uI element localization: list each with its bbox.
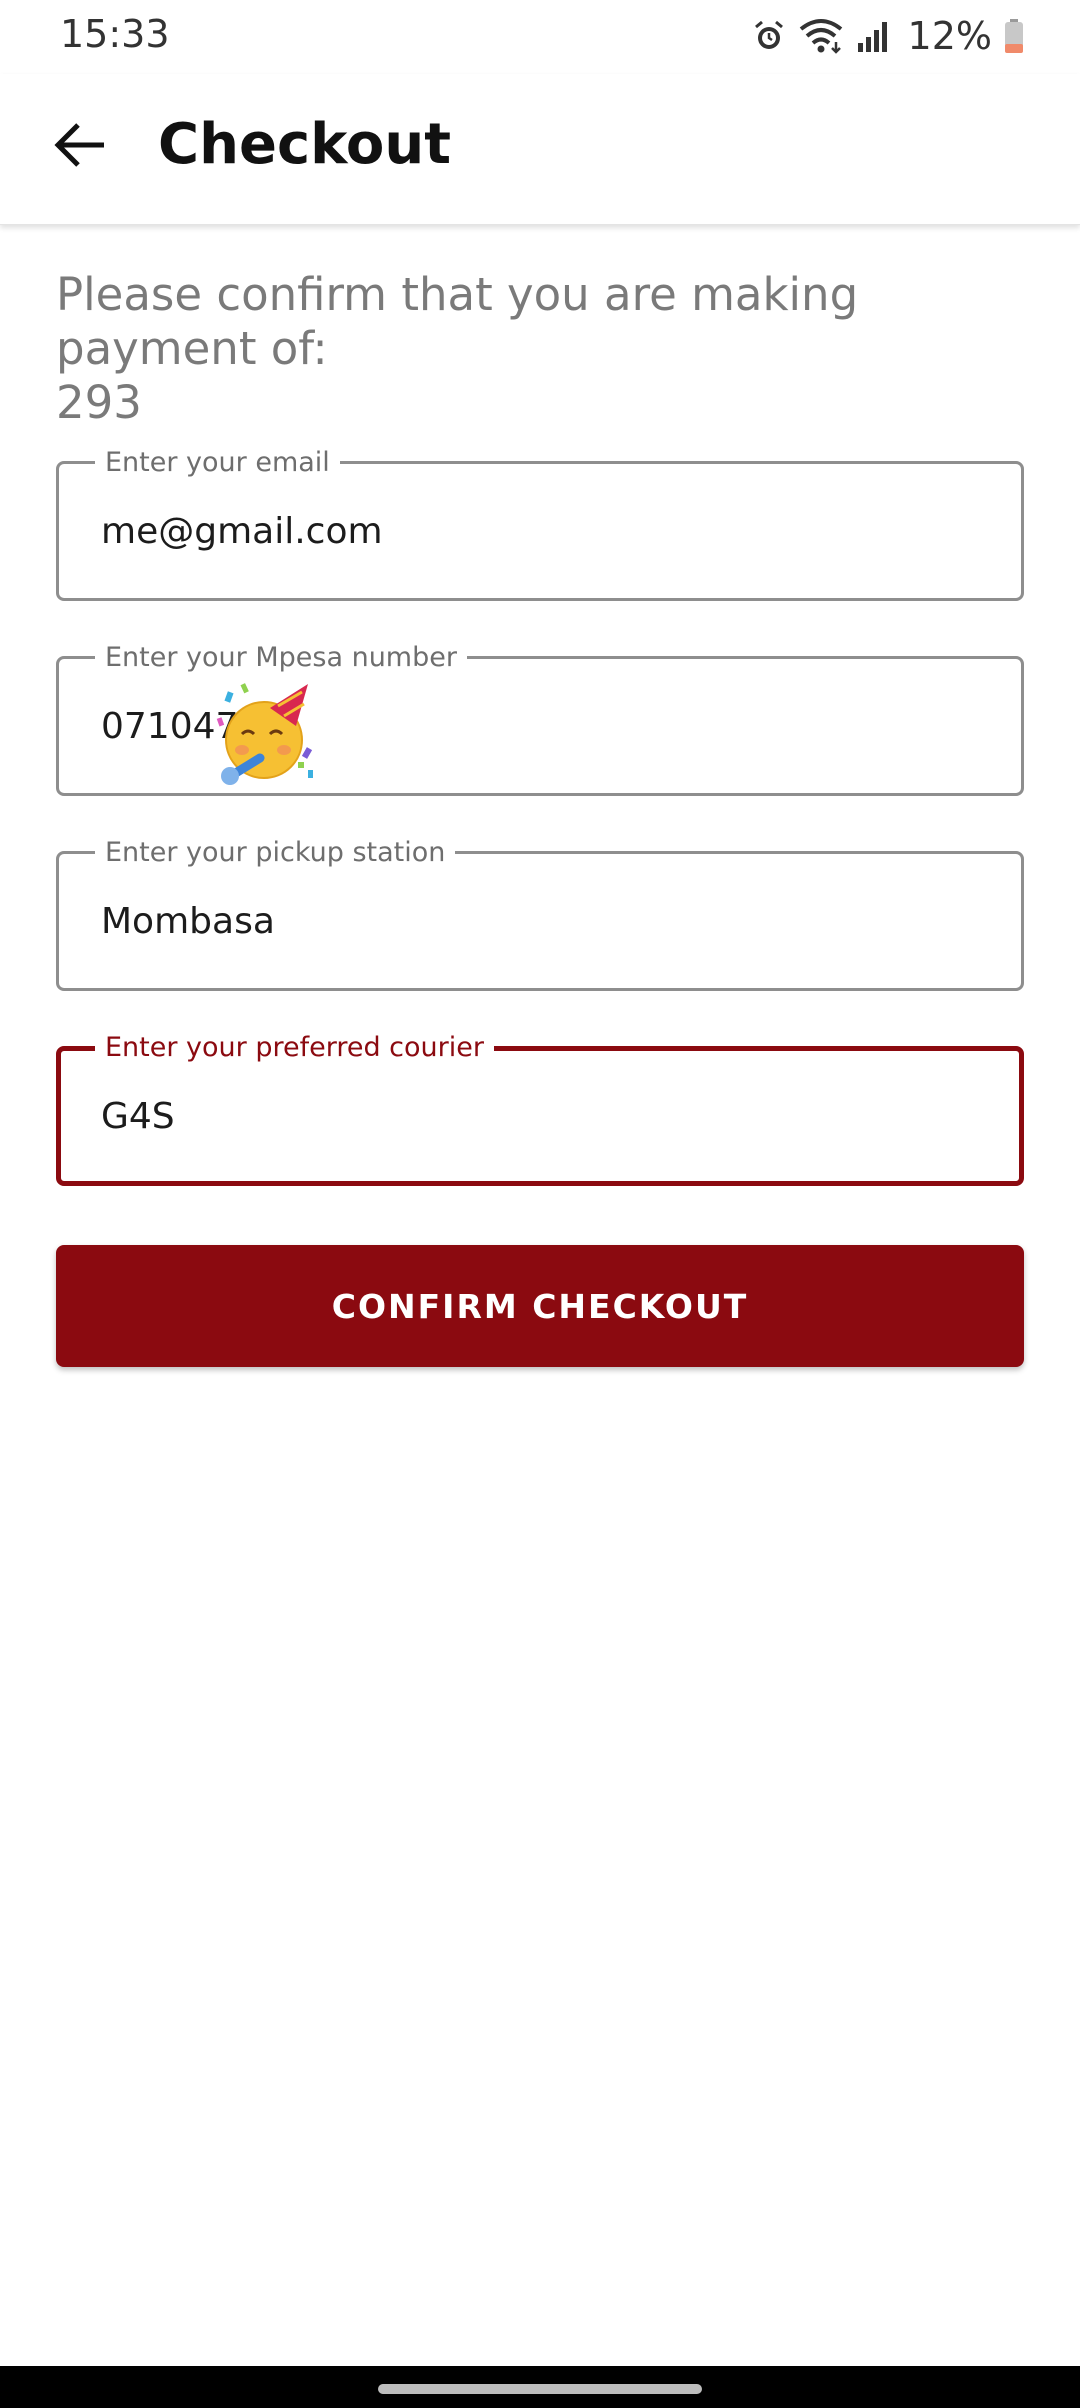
arrow-back-icon	[54, 122, 106, 172]
mpesa-number-field-label: Enter your Mpesa number	[95, 642, 467, 674]
wifi-icon	[798, 18, 844, 54]
signal-icon	[856, 19, 890, 53]
alarm-icon	[752, 19, 786, 53]
status-bar: 15:33 12%	[0, 0, 1080, 74]
status-icons: 12%	[752, 14, 1024, 58]
payment-amount: 293	[56, 376, 142, 429]
status-time: 15:33	[60, 12, 170, 56]
home-gesture-handle[interactable]	[378, 2384, 702, 2394]
party-face-emoji-icon	[212, 678, 322, 788]
page-title: Checkout	[158, 112, 451, 177]
courier-field-label: Enter your preferred courier	[95, 1032, 494, 1064]
mpesa-number-field[interactable]: Enter your Mpesa number 071047	[56, 642, 1024, 796]
email-field-value: me@gmail.com	[101, 511, 383, 552]
confirm-checkout-button[interactable]: CONFIRM CHECKOUT	[56, 1245, 1024, 1367]
email-field[interactable]: Enter your email me@gmail.com	[56, 447, 1024, 601]
app-bar: Checkout	[0, 74, 1080, 225]
battery-icon	[1004, 18, 1024, 54]
battery-percent: 12%	[907, 14, 992, 58]
back-button[interactable]	[40, 112, 120, 182]
navigation-bar	[0, 2366, 1080, 2408]
courier-field-value: G4S	[101, 1096, 175, 1137]
courier-field[interactable]: Enter your preferred courier G4S	[56, 1032, 1024, 1186]
email-field-label: Enter your email	[95, 447, 340, 479]
payment-prompt-text: Please confirm that you are making payme…	[56, 268, 859, 375]
pickup-station-field[interactable]: Enter your pickup station Mombasa	[56, 837, 1024, 991]
pickup-station-field-label: Enter your pickup station	[95, 837, 456, 869]
checkout-screen: 15:33 12% Checkout Please confirm that y…	[0, 0, 1080, 2408]
payment-prompt: Please confirm that you are making payme…	[56, 268, 1036, 430]
pickup-station-field-value: Mombasa	[101, 901, 275, 942]
